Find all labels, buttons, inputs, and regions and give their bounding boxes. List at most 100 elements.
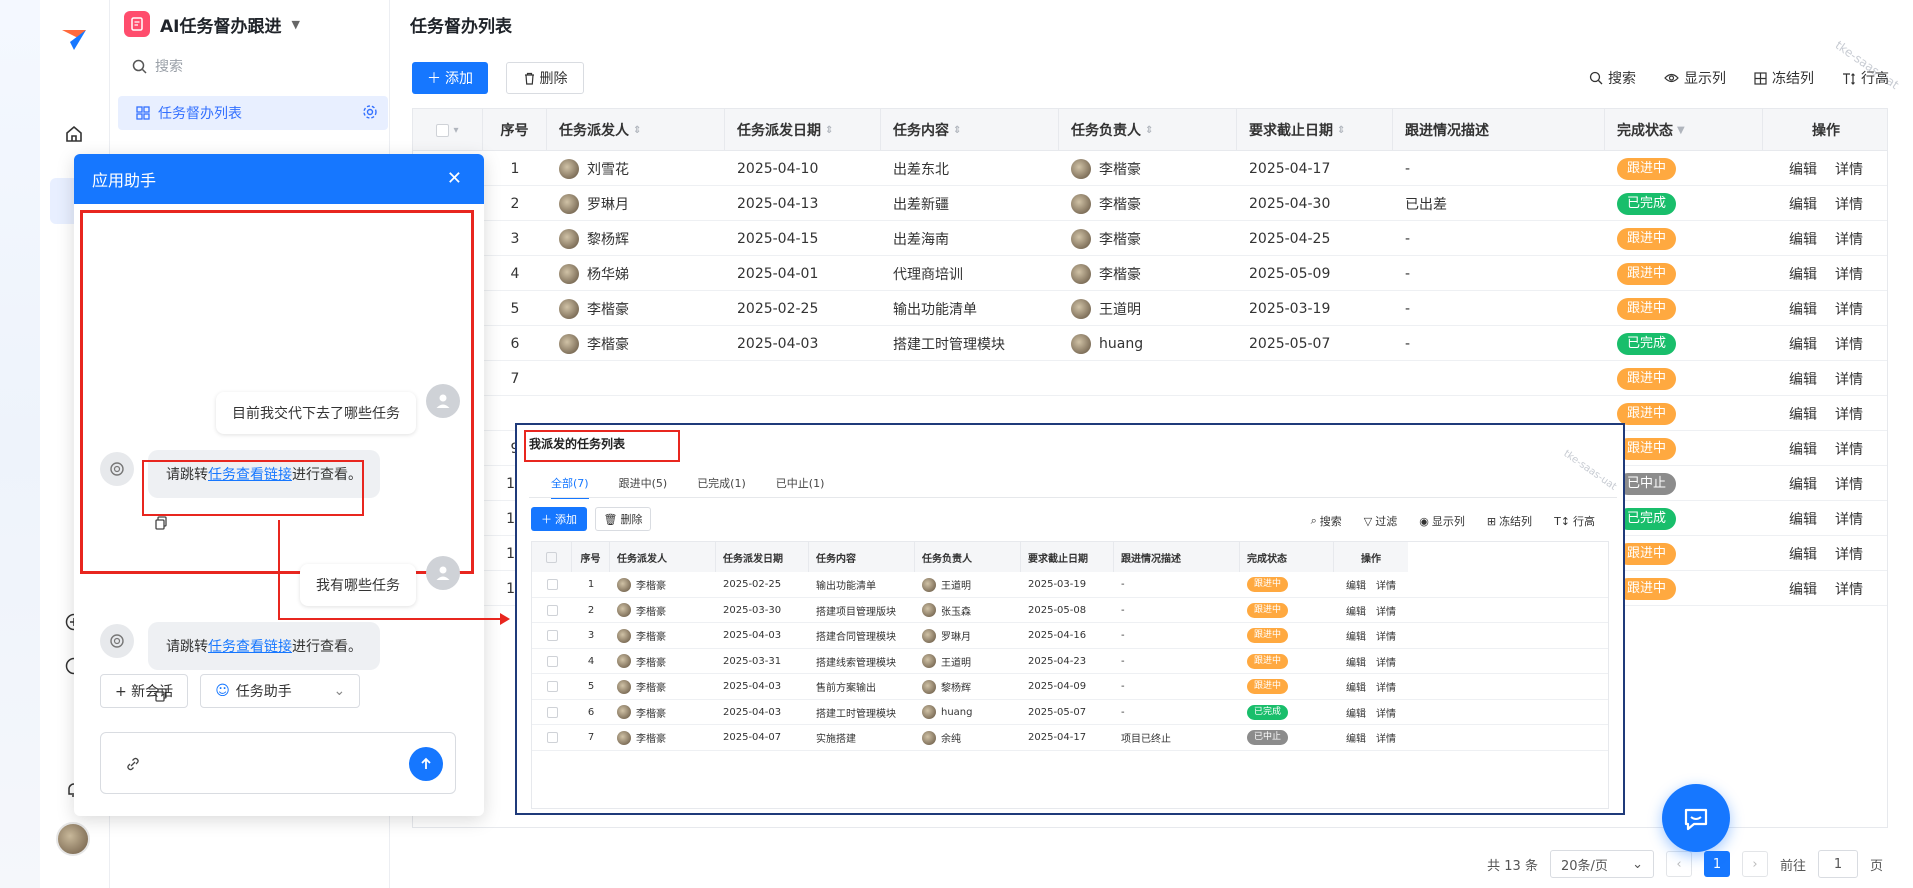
- detail-link[interactable]: 详情: [1835, 334, 1863, 354]
- edit-link[interactable]: 编辑: [1789, 579, 1817, 599]
- col-header[interactable]: 任务派发人: [610, 542, 716, 572]
- toolbar-freeze[interactable]: 冻结列: [1754, 68, 1814, 88]
- new-chat-button[interactable]: + 新会话: [100, 674, 189, 708]
- tab-all[interactable]: 全部(7): [551, 475, 589, 499]
- toolbar-row-height[interactable]: 行高: [1842, 68, 1889, 88]
- toolbar-columns[interactable]: 显示列: [1664, 68, 1726, 88]
- app-header[interactable]: AI任务督办跟进 ▼: [124, 10, 300, 38]
- table-row[interactable]: 4 李楷豪 2025-03-31 搭建线索管理模块 王道明 2025-04-23 - 跟进中 编…: [532, 649, 1608, 675]
- table-row[interactable]: 3 李楷豪 2025-04-03 搭建合同管理模块 罗琳月 2025-04-16 - 跟进中 编…: [532, 623, 1608, 649]
- table-row[interactable]: 2 罗琳月 2025-04-13 出差新疆 李楷豪 2025-04-30 已出差 已完成 编辑详…: [413, 186, 1887, 221]
- edit-link[interactable]: 编辑: [1789, 404, 1817, 424]
- select-all-checkbox[interactable]: [532, 542, 572, 572]
- toolbar-search[interactable]: ⌕ 搜索: [1311, 513, 1342, 529]
- table-row[interactable]: 7 跟进中 编辑 详情: [413, 361, 1887, 396]
- side-search[interactable]: 搜索: [132, 56, 183, 76]
- row-checkbox[interactable]: [532, 649, 572, 675]
- detail-link[interactable]: 详情: [1835, 194, 1863, 214]
- next-page-button[interactable]: ›: [1741, 851, 1768, 877]
- toolbar-row-height[interactable]: T↕ 行高: [1554, 513, 1595, 529]
- edit-link[interactable]: 编辑: [1346, 628, 1366, 643]
- table-row[interactable]: 5 李楷豪 2025-02-25 输出功能清单 王道明 2025-03-19 - 跟进中 编辑详…: [413, 291, 1887, 326]
- close-icon[interactable]: ✕: [447, 168, 462, 189]
- copy-icon[interactable]: [154, 516, 168, 534]
- edit-link[interactable]: 编辑: [1346, 577, 1366, 592]
- app-logo[interactable]: [60, 24, 88, 52]
- gear-icon[interactable]: [362, 104, 378, 120]
- row-checkbox[interactable]: [532, 623, 572, 649]
- edit-link[interactable]: 编辑: [1789, 159, 1817, 179]
- detail-link[interactable]: 详情: [1835, 474, 1863, 494]
- col-header-status[interactable]: 完成状态 ▼: [1605, 109, 1763, 151]
- col-header[interactable]: 完成状态: [1240, 542, 1334, 572]
- detail-link[interactable]: 详情: [1376, 603, 1396, 618]
- chat-assistant-fab[interactable]: [1662, 784, 1730, 852]
- detail-link[interactable]: 详情: [1835, 439, 1863, 459]
- table-row[interactable]: 6 李楷豪 2025-04-03 搭建工时管理模块 huang 2025-05-07 - 已完…: [413, 326, 1887, 361]
- page-size-select[interactable]: 20条/页 ⌄: [1549, 850, 1654, 878]
- detail-link[interactable]: 详情: [1835, 229, 1863, 249]
- col-header[interactable]: 要求截止日期: [1021, 542, 1114, 572]
- edit-link[interactable]: 编辑: [1346, 603, 1366, 618]
- edit-link[interactable]: 编辑: [1789, 229, 1817, 249]
- home-icon[interactable]: [62, 122, 86, 146]
- checkbox[interactable]: [546, 655, 558, 667]
- edit-link[interactable]: 编辑: [1346, 730, 1366, 745]
- inset-delete-button[interactable]: 🗑 删除: [595, 507, 651, 531]
- send-button[interactable]: [409, 747, 443, 781]
- attach-link-icon[interactable]: [125, 756, 141, 772]
- row-checkbox[interactable]: [532, 700, 572, 726]
- edit-link[interactable]: 编辑: [1346, 679, 1366, 694]
- chevron-down-icon[interactable]: ▼: [291, 18, 299, 31]
- table-row[interactable]: 1 李楷豪 2025-02-25 输出功能清单 王道明 2025-03-19 - 跟进中 编辑详…: [532, 572, 1608, 598]
- detail-link[interactable]: 详情: [1835, 159, 1863, 179]
- detail-link[interactable]: 详情: [1835, 509, 1863, 529]
- col-header[interactable]: 任务派发日期: [716, 542, 809, 572]
- detail-link[interactable]: 详情: [1835, 579, 1863, 599]
- edit-link[interactable]: 编辑: [1789, 544, 1817, 564]
- detail-link[interactable]: 详情: [1376, 705, 1396, 720]
- col-header[interactable]: 任务内容: [809, 542, 915, 572]
- detail-link[interactable]: 详情: [1835, 299, 1863, 319]
- prev-page-button[interactable]: ‹: [1665, 851, 1692, 877]
- edit-link[interactable]: 编辑: [1346, 654, 1366, 669]
- row-checkbox[interactable]: [532, 725, 572, 751]
- edit-link[interactable]: 编辑: [1789, 194, 1817, 214]
- col-header-sender[interactable]: 任务派发人 ⇕: [547, 109, 725, 151]
- detail-link[interactable]: 详情: [1376, 679, 1396, 694]
- checkbox[interactable]: [546, 579, 558, 591]
- detail-link[interactable]: 详情: [1835, 264, 1863, 284]
- detail-link[interactable]: 详情: [1835, 404, 1863, 424]
- page-number-current[interactable]: 1: [1703, 851, 1730, 877]
- checkbox[interactable]: [546, 706, 558, 718]
- edit-link[interactable]: 编辑: [1789, 509, 1817, 529]
- edit-link[interactable]: 编辑: [1789, 299, 1817, 319]
- table-row[interactable]: 7 李楷豪 2025-04-07 实施搭建 余纯 2025-04-17 项目已终止 已中止 编辑…: [532, 725, 1608, 751]
- sidebar-item-task-list[interactable]: 任务督办列表: [118, 96, 388, 130]
- edit-link[interactable]: 编辑: [1346, 705, 1366, 720]
- user-avatar[interactable]: [56, 822, 90, 856]
- table-row[interactable]: 5 李楷豪 2025-04-03 售前方案输出 黎杨辉 2025-04-09 - 跟进中 编辑详…: [532, 674, 1608, 700]
- edit-link[interactable]: 编辑: [1789, 439, 1817, 459]
- row-checkbox[interactable]: [532, 572, 572, 598]
- col-header-owner[interactable]: 任务负责人 ⇕: [1059, 109, 1237, 151]
- tab-following[interactable]: 跟进中(5): [619, 475, 668, 499]
- edit-link[interactable]: 编辑: [1789, 474, 1817, 494]
- delete-button[interactable]: 删除: [506, 62, 584, 94]
- row-checkbox[interactable]: [532, 674, 572, 700]
- table-row[interactable]: 2 李楷豪 2025-03-30 搭建项目管理版块 张玉森 2025-05-08 - 跟进中 编…: [532, 598, 1608, 624]
- checkbox[interactable]: [546, 604, 558, 616]
- agent-select[interactable]: ☺ 任务助手 ⌄: [200, 674, 361, 708]
- detail-link[interactable]: 详情: [1376, 654, 1396, 669]
- toolbar-freeze[interactable]: ⊞ 冻结列: [1487, 513, 1532, 529]
- table-row[interactable]: 6 李楷豪 2025-04-03 搭建工时管理模块 huang 2025-05-07 - 已完…: [532, 700, 1608, 726]
- checkbox[interactable]: [546, 732, 558, 744]
- detail-link[interactable]: 详情: [1376, 730, 1396, 745]
- row-checkbox[interactable]: [532, 598, 572, 624]
- col-header[interactable]: 任务负责人: [915, 542, 1021, 572]
- edit-link[interactable]: 编辑: [1789, 334, 1817, 354]
- goto-page-input[interactable]: 1: [1817, 850, 1858, 878]
- toolbar-search[interactable]: 搜索: [1589, 68, 1636, 88]
- detail-link[interactable]: 详情: [1376, 577, 1396, 592]
- col-header-due[interactable]: 要求截止日期 ⇕: [1237, 109, 1393, 151]
